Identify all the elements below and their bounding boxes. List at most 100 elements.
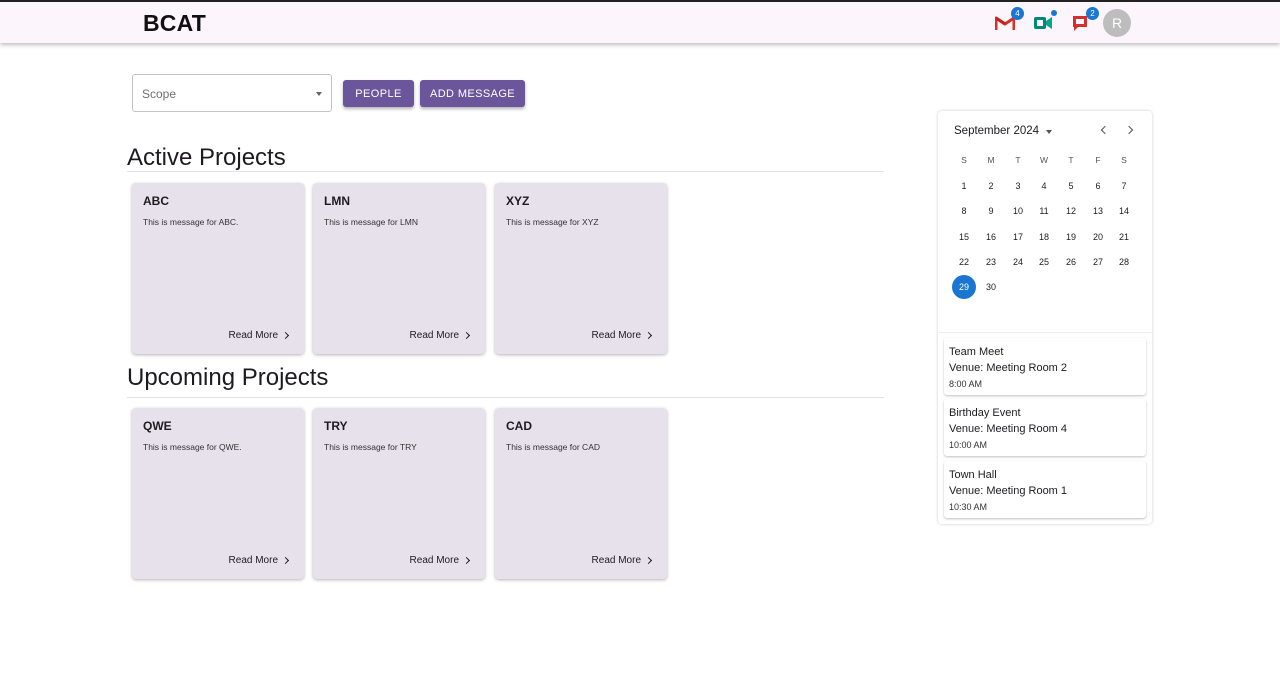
read-more-button[interactable]: Read More [409,555,471,566]
calendar-day[interactable]: 6 [1086,174,1110,198]
chevron-right-icon [644,331,653,340]
card-title: XYZ [506,194,530,208]
meet-status-dot [1051,10,1057,16]
calendar-day[interactable]: 20 [1086,225,1110,249]
event-card[interactable]: Team Meet Venue: Meeting Room 2 8:00 AM [944,338,1146,395]
active-projects-title: Active Projects [127,144,286,171]
calendar-day[interactable]: 11 [1032,199,1056,223]
chat-button[interactable]: 2 [1069,7,1099,34]
add-message-button[interactable]: ADD MESSAGE [420,80,525,107]
project-card: LMN This is message for LMN Read More [313,183,485,354]
card-message: This is message for LMN [324,217,418,227]
month-dropdown-icon[interactable] [1046,130,1052,134]
people-button[interactable]: PEOPLE [343,80,414,107]
calendar-day[interactable]: 14 [1112,199,1136,223]
weekday-label: F [1095,155,1101,165]
chevron-right-icon [644,556,653,565]
read-more-button[interactable]: Read More [592,330,653,341]
calendar-day[interactable]: 23 [979,250,1003,274]
gmail-badge: 4 [1011,7,1024,20]
calendar-day[interactable]: 3 [1006,174,1030,198]
calendar-day[interactable]: 8 [952,199,976,223]
event-card[interactable]: Birthday Event Venue: Meeting Room 4 10:… [944,399,1146,456]
section-divider [127,397,884,398]
read-more-button[interactable]: Read More [591,555,653,566]
project-card: XYZ This is message for XYZ Read More [495,183,667,354]
calendar-day[interactable]: 2 [979,174,1003,198]
event-name: Birthday Event [949,407,1021,419]
project-card: CAD This is message for CAD Read More [495,408,667,579]
card-message: This is message for ABC. [143,217,239,227]
calendar-day[interactable]: 1 [952,174,976,198]
chevron-right-icon [281,331,290,340]
calendar-day[interactable]: 16 [979,225,1003,249]
chevron-right-icon[interactable] [1124,125,1134,135]
chevron-right-icon [462,556,471,565]
weekday-label: T [1068,155,1074,165]
read-more-button[interactable]: Read More [409,330,471,341]
card-title: LMN [324,194,350,208]
calendar-day[interactable]: 17 [1006,225,1030,249]
calendar-day[interactable]: 22 [952,250,976,274]
meet-icon [1034,17,1052,29]
calendar-day[interactable]: 5 [1059,174,1083,198]
card-title: QWE [143,419,172,433]
event-name: Town Hall [949,469,997,481]
read-more-label: Read More [409,555,459,566]
calendar-day-selected[interactable]: 29 [952,275,976,300]
project-card: TRY This is message for TRY Read More [313,408,485,579]
card-message: This is message for CAD [506,442,600,452]
card-title: CAD [506,419,532,433]
calendar-day[interactable]: 27 [1086,250,1110,274]
event-venue: Venue: Meeting Room 1 [949,485,1068,497]
read-more-button[interactable]: Read More [228,555,290,566]
section-divider [127,171,884,172]
gmail-button[interactable]: 4 [994,7,1024,34]
weekday-label: S [1121,155,1127,165]
calendar-day[interactable]: 18 [1032,225,1056,249]
calendar-day[interactable]: 4 [1032,174,1056,198]
calendar-day[interactable]: 28 [1112,250,1136,274]
weekday-label: S [961,155,967,165]
calendar-day[interactable]: 25 [1032,250,1056,274]
read-more-label: Read More [228,330,278,341]
chevron-right-icon [462,331,471,340]
weekday-label: T [1015,155,1021,165]
read-more-label: Read More [591,555,641,566]
event-venue: Venue: Meeting Room 4 [949,423,1068,435]
top-app-bar: BCAT 4 2 R [0,0,1280,43]
read-more-label: Read More [228,555,278,566]
calendar-day[interactable]: 10 [1006,199,1030,223]
calendar-day[interactable]: 9 [979,199,1003,223]
calendar-day[interactable]: 19 [1059,225,1083,249]
upcoming-projects-title: Upcoming Projects [127,364,329,391]
event-time: 10:00 AM [949,440,988,450]
calendar-day[interactable]: 26 [1059,250,1083,274]
calendar-day[interactable]: 21 [1112,225,1136,249]
calendar-month-label[interactable]: September 2024 [954,125,1039,137]
project-card: ABC This is message for ABC. Read More [132,183,304,354]
read-more-label: Read More [409,330,459,341]
meet-button[interactable] [1032,10,1057,34]
calendar-day[interactable]: 7 [1112,174,1136,198]
chevron-left-icon[interactable] [1100,125,1110,135]
calendar-divider [938,332,1152,333]
calendar-day[interactable]: 30 [979,275,1003,299]
project-card: QWE This is message for QWE. Read More [132,408,304,579]
calendar-day[interactable]: 24 [1006,250,1030,274]
event-card[interactable]: Town Hall Venue: Meeting Room 1 10:30 AM [944,461,1146,518]
calendar-day[interactable]: 15 [952,225,976,249]
weekday-label: M [987,155,995,165]
chevron-right-icon [281,556,290,565]
event-time: 10:30 AM [949,502,988,512]
brand-logo-text[interactable]: BCAT [143,10,206,37]
card-title: ABC [143,194,169,208]
calendar-day[interactable]: 12 [1059,199,1083,223]
event-name: Team Meet [949,346,1004,358]
scope-select[interactable]: Scope [132,74,332,112]
user-avatar[interactable]: R [1103,9,1131,37]
calendar-day[interactable]: 13 [1086,199,1110,223]
weekday-label: W [1039,155,1049,165]
caret-down-icon [316,92,322,96]
read-more-button[interactable]: Read More [228,330,290,341]
